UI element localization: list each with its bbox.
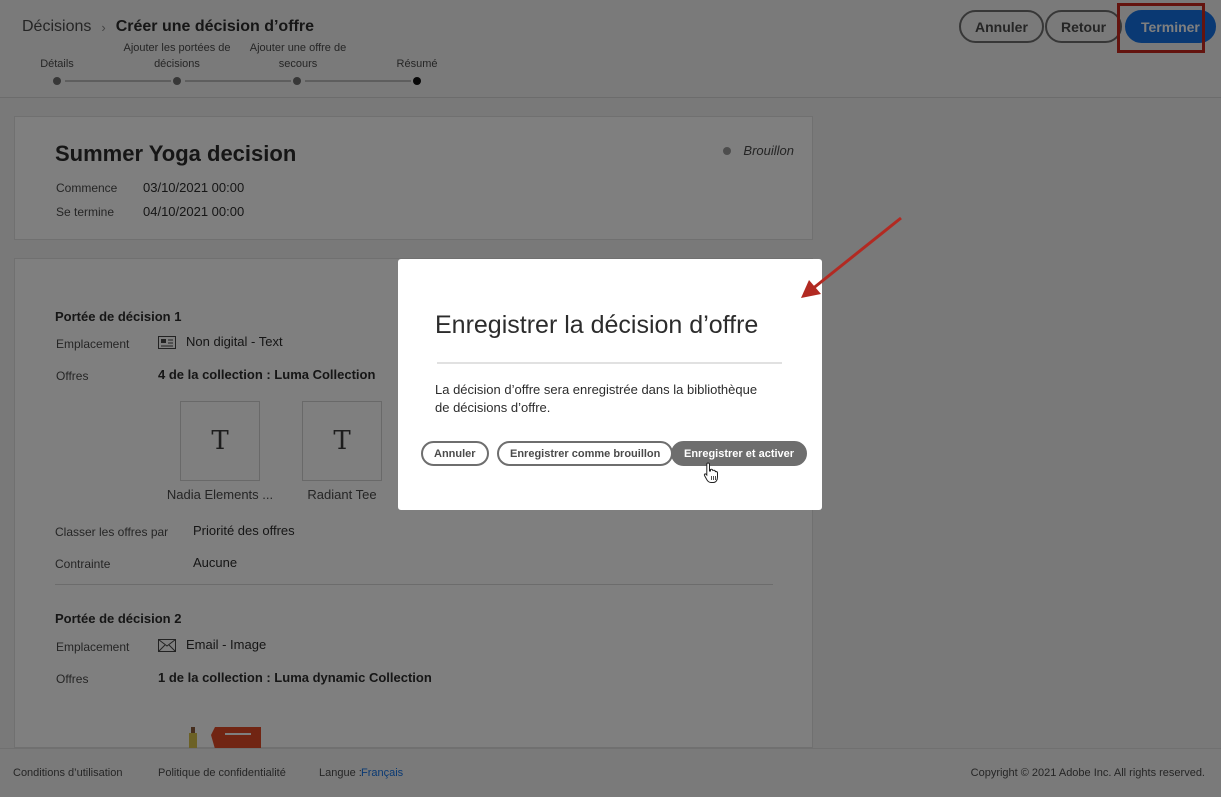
dialog-body: La décision d’offre sera enregistrée dan…: [435, 382, 758, 415]
save-dialog: Enregistrer la décision d’offre La décis…: [398, 259, 822, 510]
dialog-divider: [437, 362, 782, 364]
hand-cursor-icon: [703, 462, 718, 483]
page: Décisions › Créer une décision d’offre D…: [0, 0, 1221, 797]
save-draft-button[interactable]: Enregistrer comme brouillon: [497, 441, 674, 466]
dialog-cancel-button[interactable]: Annuler: [421, 441, 489, 466]
annotation-arrow-icon: [801, 216, 902, 298]
dialog-title: Enregistrer la décision d’offre: [435, 311, 759, 339]
save-activate-button[interactable]: Enregistrer et activer: [671, 441, 808, 466]
